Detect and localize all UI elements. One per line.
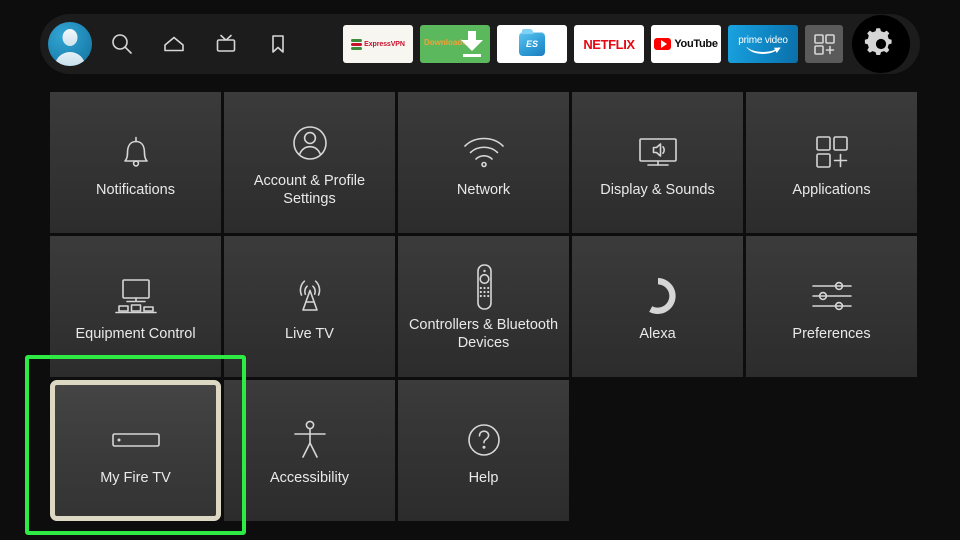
bookmark-icon [272, 35, 284, 53]
settings-tile-alexa[interactable]: Alexa [572, 236, 743, 377]
profile-button[interactable] [48, 22, 92, 66]
app-label-prime-video: prime video [738, 34, 788, 46]
settings-tile-label: Alexa [639, 325, 676, 342]
app-tile-prime-video[interactable]: prime video [728, 25, 798, 63]
app-tile-expressvpn[interactable]: ExpressVPN [343, 25, 413, 63]
settings-tile-live-tv[interactable]: Live TV [224, 236, 395, 377]
expressvpn-mark-icon [351, 38, 363, 50]
amazon-smile-icon [745, 47, 781, 56]
download-arrow-icon [461, 31, 483, 57]
live-tv-button[interactable] [204, 22, 248, 66]
settings-tile-account-profile-settings[interactable]: Account & Profile Settings [224, 92, 395, 233]
settings-tile-notifications[interactable]: Notifications [50, 92, 221, 233]
app-shortcuts-strip: ExpressVPN Downloader ES NETFLIX YouTube… [343, 15, 912, 73]
gear-icon [864, 28, 892, 55]
settings-tile-applications[interactable]: Applications [746, 92, 917, 233]
nav-left-group [48, 22, 300, 66]
watchlist-button[interactable] [256, 22, 300, 66]
apps-grid-plus-icon [809, 126, 855, 178]
app-tile-es-file-explorer[interactable]: ES [497, 25, 567, 63]
settings-tile-accessibility[interactable]: Accessibility [224, 380, 395, 521]
settings-tile-network[interactable]: Network [398, 92, 569, 233]
settings-tile-label: Account & Profile Settings [253, 172, 366, 207]
app-tile-netflix[interactable]: NETFLIX [574, 25, 644, 63]
settings-tile-label: Equipment Control [75, 325, 196, 342]
settings-tile-preferences[interactable]: Preferences [746, 236, 917, 377]
settings-tile-help[interactable]: Help [398, 380, 569, 521]
antenna-tower-icon [287, 270, 333, 322]
remote-control-icon [468, 261, 500, 313]
top-navigation-bar: ExpressVPN Downloader ES NETFLIX YouTube… [40, 14, 920, 74]
settings-button[interactable] [852, 15, 910, 73]
settings-tile-label: Applications [792, 181, 871, 198]
question-circle-icon [462, 414, 506, 466]
equipment-tv-icon [110, 270, 162, 322]
settings-tile-my-fire-tv[interactable]: My Fire TV [50, 380, 221, 521]
wifi-icon [459, 126, 509, 178]
settings-tile-label: Network [456, 181, 511, 198]
apps-grid-button[interactable] [805, 25, 843, 63]
apps-grid-plus-icon [814, 34, 835, 55]
settings-tile-label: Preferences [792, 325, 871, 342]
app-tile-downloader[interactable]: Downloader [420, 25, 490, 63]
settings-tile-label: Live TV [285, 325, 334, 342]
tv-speaker-icon [632, 126, 684, 178]
app-label-expressvpn: ExpressVPN [364, 40, 405, 48]
settings-tile-label: Notifications [96, 181, 175, 198]
bell-icon [114, 126, 158, 178]
sliders-icon [806, 270, 858, 322]
alexa-ring-icon [635, 270, 681, 322]
accessibility-person-icon [287, 414, 333, 466]
profile-avatar[interactable] [48, 22, 92, 66]
es-file-explorer-icon: ES [519, 29, 545, 56]
settings-tile-label: Controllers & Bluetooth Devices [408, 316, 559, 351]
settings-tile-label: Display & Sounds [600, 181, 715, 198]
es-file-explorer-monogram: ES [525, 39, 538, 49]
live-tv-icon [216, 34, 236, 52]
settings-tile-equipment-control[interactable]: Equipment Control [50, 236, 221, 377]
settings-tile-label: Help [468, 469, 499, 486]
search-icon [112, 34, 132, 54]
home-button[interactable] [152, 22, 196, 66]
app-label-youtube: YouTube [674, 38, 718, 50]
avatar-body [55, 52, 85, 66]
expressvpn-logo: ExpressVPN [351, 38, 405, 50]
person-circle-icon [287, 117, 333, 169]
avatar-head [62, 29, 78, 46]
settings-tile-controllers-bluetooth-devices[interactable]: Controllers & Bluetooth Devices [398, 236, 569, 377]
youtube-play-icon [654, 38, 672, 50]
search-button[interactable] [100, 22, 144, 66]
app-label-netflix: NETFLIX [583, 36, 635, 52]
fire-tv-stick-icon [108, 414, 164, 466]
settings-tile-grid: Notifications Account & Profile Settings… [50, 92, 917, 521]
settings-tile-label: Accessibility [270, 469, 349, 486]
settings-tile-display-sounds[interactable]: Display & Sounds [572, 92, 743, 233]
home-icon [164, 36, 184, 52]
settings-tile-label: My Fire TV [100, 469, 171, 486]
app-tile-youtube[interactable]: YouTube [651, 25, 721, 63]
